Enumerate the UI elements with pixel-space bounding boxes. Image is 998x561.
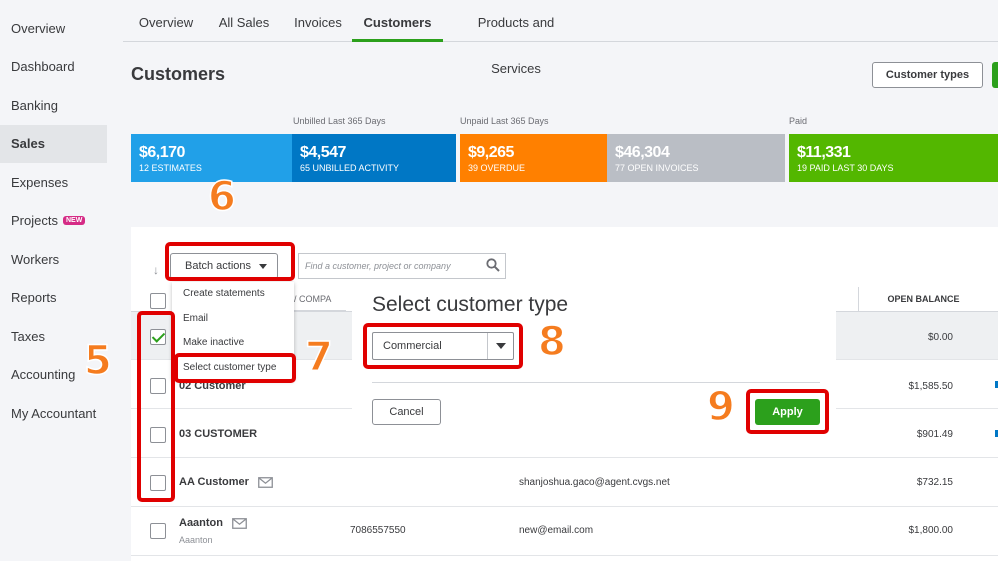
dialog-divider — [372, 382, 820, 383]
row-checkbox[interactable] — [150, 378, 166, 394]
select-customer-type-dialog: Select customer type Commercial Cancel A… — [352, 285, 836, 445]
nav-item-reports[interactable]: Reports — [0, 279, 123, 318]
customer-email[interactable]: shanjoshua.gaco@agent.cvgs.net — [519, 477, 670, 488]
nav-item-workers[interactable]: Workers — [0, 240, 123, 279]
batch-actions-menu: Create statements Email Make inactive Se… — [172, 282, 294, 380]
email-icon[interactable] — [258, 477, 273, 488]
segment-amount: $9,265 — [468, 144, 514, 161]
row-checkbox[interactable] — [150, 475, 166, 491]
paid-segment[interactable]: $11,331 19 PAID LAST 30 DAYS — [789, 134, 998, 182]
row-checkbox[interactable] — [150, 427, 166, 443]
step-number-6: 6 — [207, 173, 236, 221]
page-title: Customers — [131, 64, 226, 84]
column-header-company[interactable]: / COMPA — [294, 287, 346, 311]
segment-amount: $4,547 — [300, 144, 346, 161]
nav-item-banking[interactable]: Banking — [0, 86, 123, 125]
select-all-checkbox[interactable] — [150, 293, 166, 309]
dropdown-arrow-icon[interactable] — [487, 333, 513, 359]
open-balance-cell: $732.15 — [916, 477, 953, 488]
nav-item-overview[interactable]: Overview — [0, 9, 123, 48]
nav-item-expenses[interactable]: Expenses — [0, 163, 123, 202]
step-number-8: 8 — [537, 318, 566, 366]
step-number-5: 5 — [83, 337, 112, 385]
left-navigation: Overview Dashboard Banking Sales Expense… — [0, 0, 123, 561]
sales-tabs: Overview All Sales Invoices Customers Pr… — [123, 0, 998, 76]
step-number-9: 9 — [706, 383, 735, 431]
customer-type-select[interactable]: Commercial — [372, 332, 514, 360]
menu-item-create-statements[interactable]: Create statements — [172, 282, 294, 307]
customer-name[interactable]: AA Customer — [179, 476, 249, 488]
segment-amount: $11,331 — [797, 144, 851, 161]
cancel-button[interactable]: Cancel — [372, 399, 441, 425]
email-icon[interactable] — [232, 518, 247, 529]
unpaid-label: Unpaid Last 365 Days — [460, 116, 549, 126]
segment-label: 65 UNBILLED ACTIVITY — [300, 163, 400, 173]
nav-label: Expenses — [11, 174, 69, 190]
search-icon[interactable] — [486, 258, 500, 272]
caret-down-icon — [259, 263, 268, 269]
nav-label: Dashboard — [11, 59, 75, 75]
nav-item-projects[interactable]: Projects NEW — [0, 202, 123, 241]
segment-amount: $46,304 — [615, 144, 670, 161]
paid-label: Paid — [789, 116, 808, 126]
main-content: Overview All Sales Invoices Customers Pr… — [123, 0, 998, 561]
segment-amount: $6,170 — [139, 144, 185, 161]
nav-label: Overview — [11, 20, 66, 36]
nav-label: My Accountant — [11, 405, 97, 421]
open-balance-cell: $1,585.50 — [908, 381, 954, 392]
new-badge: NEW — [62, 216, 86, 226]
nav-label: Banking — [11, 97, 58, 113]
tab-overview[interactable]: Overview — [129, 0, 203, 42]
tab-customers[interactable]: Customers — [352, 0, 443, 42]
batch-actions-button[interactable]: Batch actions — [170, 253, 278, 279]
batch-actions-label: Batch actions — [185, 260, 252, 272]
unbilled-activity-segment[interactable]: $4,547 65 UNBILLED ACTIVITY — [292, 134, 456, 182]
customer-email[interactable]: new@email.com — [519, 525, 593, 536]
customer-phone: 7086557550 — [350, 525, 406, 536]
menu-item-make-inactive[interactable]: Make inactive — [172, 331, 294, 356]
nav-item-dashboard[interactable]: Dashboard — [0, 48, 123, 87]
table-row[interactable]: Aaanton Aaanton 7086557550 new@email.com… — [131, 508, 998, 556]
nav-label: Workers — [11, 251, 60, 267]
menu-item-select-customer-type[interactable]: Select customer type — [172, 356, 294, 381]
open-balance-cell: $901.49 — [916, 429, 953, 440]
nav-label: Projects — [11, 213, 58, 229]
customer-name[interactable]: 02 Customer — [179, 380, 246, 392]
customer-name[interactable]: 03 CUSTOMER — [179, 428, 257, 440]
nav-item-my-accountant[interactable]: My Accountant — [0, 394, 123, 433]
nav-label: Taxes — [11, 328, 45, 344]
table-row[interactable]: AA Customer shanjoshua.gaco@agent.cvgs.n… — [131, 459, 998, 507]
column-header-open-balance[interactable]: OPEN BALANCE — [858, 287, 988, 311]
segment-label: 39 OVERDUE — [468, 163, 526, 173]
row-checkbox[interactable] — [150, 523, 166, 539]
customer-name[interactable]: Aaanton — [179, 517, 223, 529]
customer-search-input[interactable]: Find a customer, project or company — [298, 253, 506, 279]
sort-arrow-icon[interactable]: ↓ — [153, 263, 159, 277]
tab-products-and-services[interactable]: Products and Services — [451, 0, 581, 76]
step-number-7: 7 — [304, 333, 333, 381]
customer-types-button[interactable]: Customer types — [872, 62, 983, 88]
tab-invoices[interactable]: Invoices — [285, 0, 351, 42]
segment-label: 77 OPEN INVOICES — [615, 163, 699, 173]
overdue-segment[interactable]: $9,265 39 OVERDUE — [460, 134, 607, 182]
tab-all-sales[interactable]: All Sales — [211, 0, 277, 42]
apply-button[interactable]: Apply — [755, 399, 820, 425]
customer-company: Aaanton — [179, 535, 213, 545]
segment-label: 19 PAID LAST 30 DAYS — [797, 163, 894, 173]
new-customer-button[interactable] — [992, 62, 998, 88]
open-invoices-segment[interactable]: $46,304 77 OPEN INVOICES — [607, 134, 785, 182]
menu-item-email[interactable]: Email — [172, 307, 294, 332]
nav-item-sales[interactable]: Sales — [0, 124, 107, 163]
customer-type-value: Commercial — [383, 340, 442, 352]
row-checkbox[interactable] — [150, 329, 166, 345]
open-balance-cell: $1,800.00 — [908, 525, 954, 536]
open-balance-cell: $0.00 — [927, 332, 953, 343]
nav-label: Accounting — [11, 367, 76, 383]
nav-label: Reports — [11, 290, 57, 306]
nav-label: Sales — [11, 136, 45, 152]
unbilled-label: Unbilled Last 365 Days — [293, 116, 386, 126]
dialog-title: Select customer type — [372, 293, 569, 316]
segment-label: 12 ESTIMATES — [139, 163, 202, 173]
